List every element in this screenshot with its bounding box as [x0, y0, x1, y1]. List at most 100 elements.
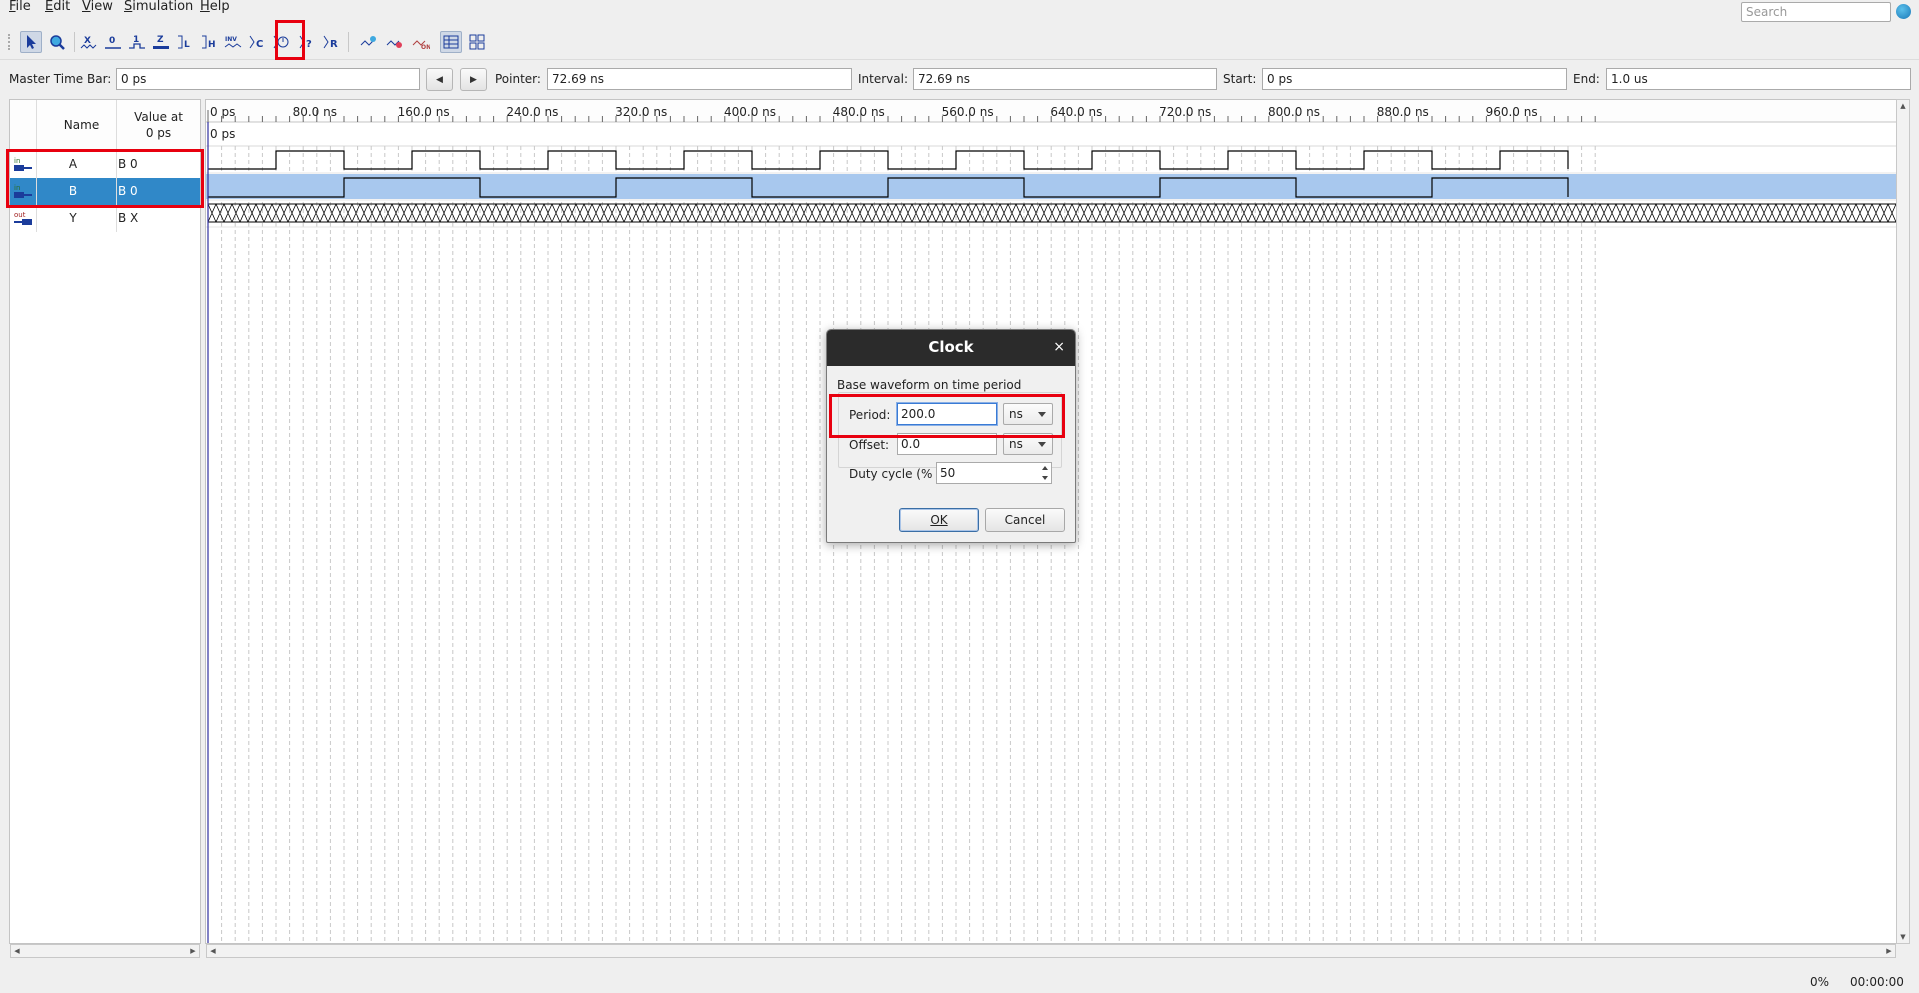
period-unit-select[interactable]: ns — [1003, 403, 1053, 425]
menu-simulation[interactable]: Simulation — [124, 0, 193, 24]
signal-value: B X — [118, 211, 139, 225]
ruler-tick-label: 560.0 ns — [942, 105, 994, 119]
menubar: File Edit View Simulation Help — [0, 0, 1919, 24]
random-value-icon[interactable]: R — [320, 31, 342, 53]
input-pin-icon: in — [14, 157, 32, 171]
display-grid-icon[interactable] — [440, 31, 462, 53]
svg-text:L: L — [184, 40, 190, 50]
svg-text:?: ? — [306, 39, 312, 50]
search-input[interactable] — [1741, 2, 1891, 22]
previous-transition-button[interactable]: ◀ — [426, 68, 453, 91]
ok-button[interactable]: OK — [899, 508, 979, 532]
start-label: Start: — [1223, 72, 1257, 86]
start-field[interactable] — [1262, 68, 1567, 90]
signal-row-b[interactable]: in B B 0 — [10, 178, 200, 205]
svg-text:INV: INV — [225, 36, 237, 43]
signal-name: Y — [69, 211, 77, 225]
count-value-icon[interactable]: C — [246, 31, 268, 53]
spin-up-icon[interactable] — [1039, 463, 1051, 473]
signal-value: B 0 — [118, 157, 138, 171]
forcing-low-icon[interactable]: 0 — [102, 31, 124, 53]
interval-label: Interval: — [858, 72, 908, 86]
ruler-tick-label: 800.0 ns — [1268, 105, 1320, 119]
status-bar: 0% 00:00:00 — [0, 970, 1919, 993]
menu-edit[interactable]: Edit — [45, 0, 70, 24]
master-time-bar-label: Master Time Bar: — [9, 72, 112, 86]
globe-icon[interactable] — [1896, 4, 1911, 19]
high-impedance-icon[interactable]: Z — [150, 31, 172, 53]
offset-label: Offset: — [849, 438, 890, 452]
toolbar: X 0 1 Z L H INV C ? R ON — [0, 24, 1919, 60]
output-pin-icon: out — [14, 211, 32, 225]
duty-cycle-label: Duty cycle (% — [849, 467, 933, 481]
overwrite-clock-icon[interactable] — [270, 31, 292, 53]
duty-cycle-spinner[interactable] — [936, 462, 1052, 484]
offset-field[interactable] — [897, 433, 997, 455]
weak-high-icon[interactable]: H — [198, 31, 220, 53]
signal-list-panel: Name Value at 0 ps in A B 0 in B B 0 out… — [9, 99, 201, 958]
cursor-time-label: 0 ps — [210, 127, 235, 141]
next-transition-button[interactable]: ▶ — [460, 68, 487, 91]
svg-text:Z: Z — [157, 35, 164, 45]
ungroup-icon[interactable]: ON — [410, 31, 432, 53]
pointer-field[interactable] — [547, 68, 852, 90]
spin-down-icon[interactable] — [1039, 473, 1051, 483]
end-field[interactable] — [1606, 68, 1911, 90]
zoom-tool-icon[interactable] — [46, 31, 68, 53]
forcing-high-icon[interactable]: 1 — [126, 31, 148, 53]
svg-text:in: in — [14, 157, 20, 165]
uninitialized-icon[interactable]: X — [78, 31, 100, 53]
selection-tool-icon[interactable] — [20, 31, 42, 53]
chevron-down-icon — [1038, 442, 1046, 447]
chevron-down-icon — [1038, 412, 1046, 417]
name-column-header[interactable]: Name — [36, 100, 126, 150]
signal-list-header: Name Value at 0 ps — [10, 100, 200, 150]
ruler-tick-label: 480.0 ns — [833, 105, 885, 119]
master-time-bar-field[interactable] — [116, 68, 420, 90]
signal-row-y[interactable]: out Y B X — [10, 205, 200, 232]
waveform-hscrollbar[interactable]: ◀ ▶ — [206, 944, 1896, 958]
duty-cycle-field[interactable] — [936, 462, 1052, 484]
svg-text:R: R — [330, 39, 338, 50]
elapsed-time: 00:00:00 — [1850, 975, 1904, 989]
interval-field[interactable] — [913, 68, 1217, 90]
ruler-tick-label: 160.0 ns — [398, 105, 450, 119]
menu-help[interactable]: Help — [200, 0, 230, 24]
invert-icon[interactable]: INV — [222, 31, 244, 53]
progress-text: 0% — [1810, 975, 1830, 989]
cancel-button[interactable]: Cancel — [985, 508, 1065, 532]
close-icon[interactable]: × — [1053, 330, 1065, 366]
signal-a-waveform — [208, 150, 1569, 170]
svg-text:ON: ON — [421, 44, 430, 51]
ruler-tick-label: 720.0 ns — [1159, 105, 1211, 119]
signal-y-waveform — [207, 203, 1896, 223]
menu-file[interactable]: File — [9, 0, 31, 24]
time-bar: Master Time Bar: ◀ ▶ Pointer: Interval: … — [0, 64, 1919, 94]
waveform-vscrollbar[interactable]: ▲ ▼ — [1896, 99, 1910, 944]
dialog-title-bar[interactable]: Clock — [827, 330, 1075, 366]
clock-dialog: Clock × Base waveform on time period Per… — [826, 329, 1076, 543]
ruler-tick-label: 320.0 ns — [615, 105, 667, 119]
svg-text:C: C — [256, 39, 263, 50]
signal-row-a[interactable]: in A B 0 — [10, 151, 200, 178]
signal-value: B 0 — [118, 184, 138, 198]
pointer-label: Pointer: — [495, 72, 541, 86]
snap-to-transitions-icon[interactable] — [358, 31, 380, 53]
toolbar-grip[interactable] — [8, 34, 12, 50]
ruler-tick-label: 240.0 ns — [506, 105, 558, 119]
end-label: End: — [1573, 72, 1600, 86]
value-column-header[interactable]: Value at 0 ps — [116, 100, 200, 150]
period-label: Period: — [849, 408, 891, 422]
dont-care-icon[interactable]: ? — [296, 31, 318, 53]
input-pin-icon: in — [14, 184, 32, 198]
signal-list-hscrollbar[interactable]: ◀ ▶ — [10, 944, 200, 958]
group-icon[interactable] — [384, 31, 406, 53]
weak-low-icon[interactable]: L — [174, 31, 196, 53]
offset-unit-select[interactable]: ns — [1003, 433, 1053, 455]
svg-text:out: out — [14, 211, 26, 219]
ruler-tick-label: 640.0 ns — [1050, 105, 1102, 119]
snap-to-grid-icon[interactable] — [466, 31, 488, 53]
svg-text:0: 0 — [109, 36, 115, 46]
menu-view[interactable]: View — [82, 0, 113, 24]
period-field[interactable] — [897, 403, 997, 425]
